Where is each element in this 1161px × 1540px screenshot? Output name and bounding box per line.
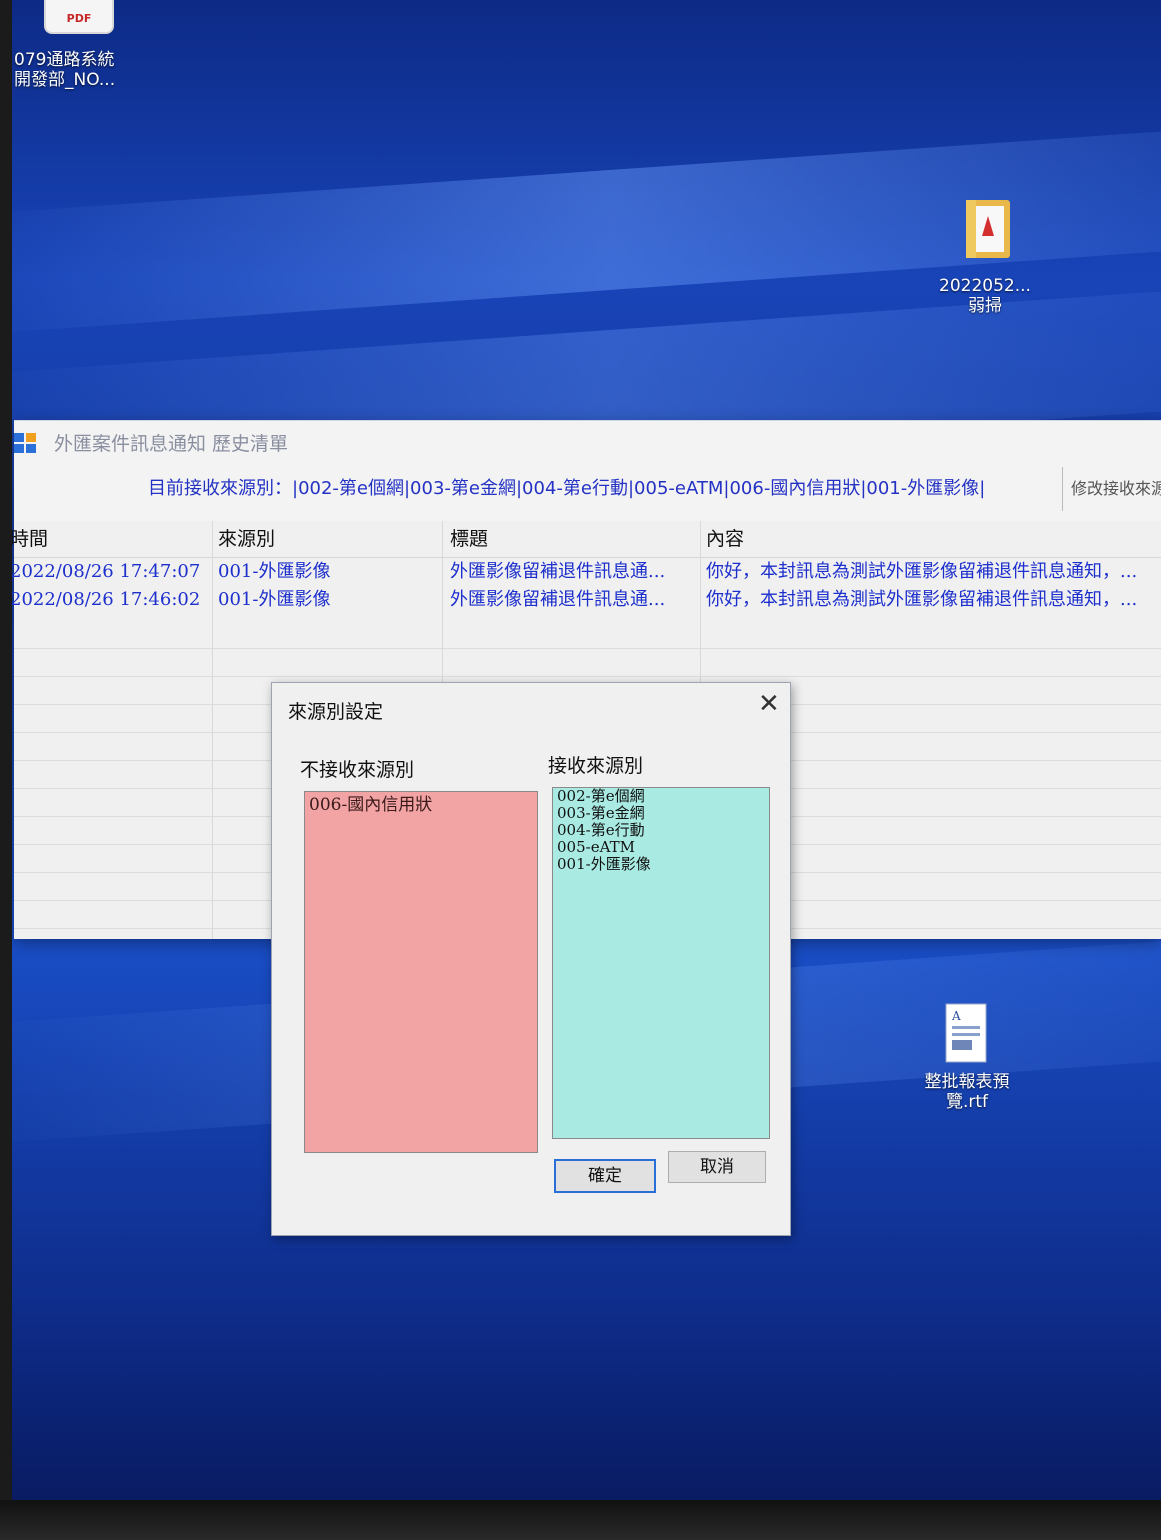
current-source-bar: 目前接收來源別：|002-第e個網|003-第e金網|004-第e行動|005-… xyxy=(14,467,1161,511)
receive-listbox[interactable]: 002-第e個網 003-第e金網 004-第e行動 005-eATM 001-… xyxy=(552,787,770,1139)
close-icon[interactable]: ✕ xyxy=(758,689,780,719)
table-row[interactable]: 2022/08/26 17:46:02 001-外匯影像 外匯影像留補退件訊息通… xyxy=(10,586,1161,614)
cancel-button[interactable]: 取消 xyxy=(668,1151,766,1183)
cell-content: 你好，本封訊息為測試外匯影像留補退件訊息通知，... xyxy=(706,589,1138,610)
cell-time: 2022/08/26 17:46:02 xyxy=(10,589,201,610)
list-item[interactable]: 005-eATM xyxy=(553,839,769,856)
modify-source-link[interactable]: 修改接收來源 xyxy=(1062,467,1161,511)
column-header-title[interactable]: 標題 xyxy=(450,521,698,557)
list-item[interactable]: 006-國內信用狀 xyxy=(305,792,537,816)
desktop-icon-label-line: 整批報表預 xyxy=(924,1072,1010,1092)
not-receive-label: 不接收來源別 xyxy=(300,759,415,781)
not-receive-listbox[interactable]: 006-國內信用狀 xyxy=(304,791,538,1153)
monitor-screen: PDF 079通路系統 開發部_NO... 2022052... 弱掃 A 整批… xyxy=(0,0,1161,1540)
desktop-icon-label-line: 2022052... xyxy=(939,276,1031,296)
grid-column-divider xyxy=(212,521,213,939)
desktop-icon-label-line: 079通路系統 xyxy=(14,50,115,70)
column-header-time[interactable]: 時間 xyxy=(10,521,210,557)
desktop-icon-label: 2022052... 弱掃 xyxy=(930,276,1040,317)
source-settings-dialog: 來源別設定 ✕ 不接收來源別 接收來源別 006-國內信用狀 002-第e個網 … xyxy=(271,682,791,1236)
desktop-icon-label-line: 覽.rtf xyxy=(945,1092,989,1113)
cell-content: 你好，本封訊息為測試外匯影像留補退件訊息通知，... xyxy=(706,561,1138,582)
list-item[interactable]: 003-第e金網 xyxy=(553,805,769,822)
pdf-folder-icon xyxy=(966,200,1010,258)
svg-text:A: A xyxy=(951,1009,961,1023)
desktop-icon-label: 整批報表預 覽.rtf xyxy=(912,1072,1022,1113)
column-header-source[interactable]: 來源別 xyxy=(218,521,438,557)
cell-title: 外匯影像留補退件訊息通... xyxy=(450,589,666,610)
cell-time: 2022/08/26 17:47:07 xyxy=(10,561,201,582)
ok-button[interactable]: 確定 xyxy=(554,1159,656,1193)
receive-label: 接收來源別 xyxy=(548,755,644,777)
cell-title: 外匯影像留補退件訊息通... xyxy=(450,561,666,582)
app-icon xyxy=(14,433,36,453)
desktop-icon-label-line: 弱掃 xyxy=(968,296,1002,317)
dialog-title: 來源別設定 xyxy=(288,701,384,723)
desktop-icon-label: 079通路系統 開發部_NO... xyxy=(14,50,115,91)
current-source-label: 目前接收來源別：|002-第e個網|003-第e金網|004-第e行動|005-… xyxy=(148,478,986,499)
list-item[interactable]: 002-第e個網 xyxy=(553,788,769,805)
monitor-bezel xyxy=(0,1500,1161,1540)
document-icon: A xyxy=(945,1003,987,1063)
pdf-icon: PDF xyxy=(44,0,114,34)
table-row[interactable]: 2022/08/26 17:47:07 001-外匯影像 外匯影像留補退件訊息通… xyxy=(10,558,1161,586)
window-title: 外匯案件訊息通知 歷史清單 xyxy=(54,433,289,455)
desktop-icon-label-line: 開發部_NO... xyxy=(14,70,116,91)
list-item[interactable]: 004-第e行動 xyxy=(553,822,769,839)
cell-source: 001-外匯影像 xyxy=(218,589,331,610)
cell-source: 001-外匯影像 xyxy=(218,561,331,582)
grid-header: 時間 來源別 標題 內容 xyxy=(10,521,1161,558)
window-title-bar[interactable]: 外匯案件訊息通知 歷史清單 xyxy=(14,421,1161,467)
column-header-content[interactable]: 內容 xyxy=(706,521,1161,557)
list-item[interactable]: 001-外匯影像 xyxy=(553,856,769,873)
monitor-bezel xyxy=(0,0,12,1540)
